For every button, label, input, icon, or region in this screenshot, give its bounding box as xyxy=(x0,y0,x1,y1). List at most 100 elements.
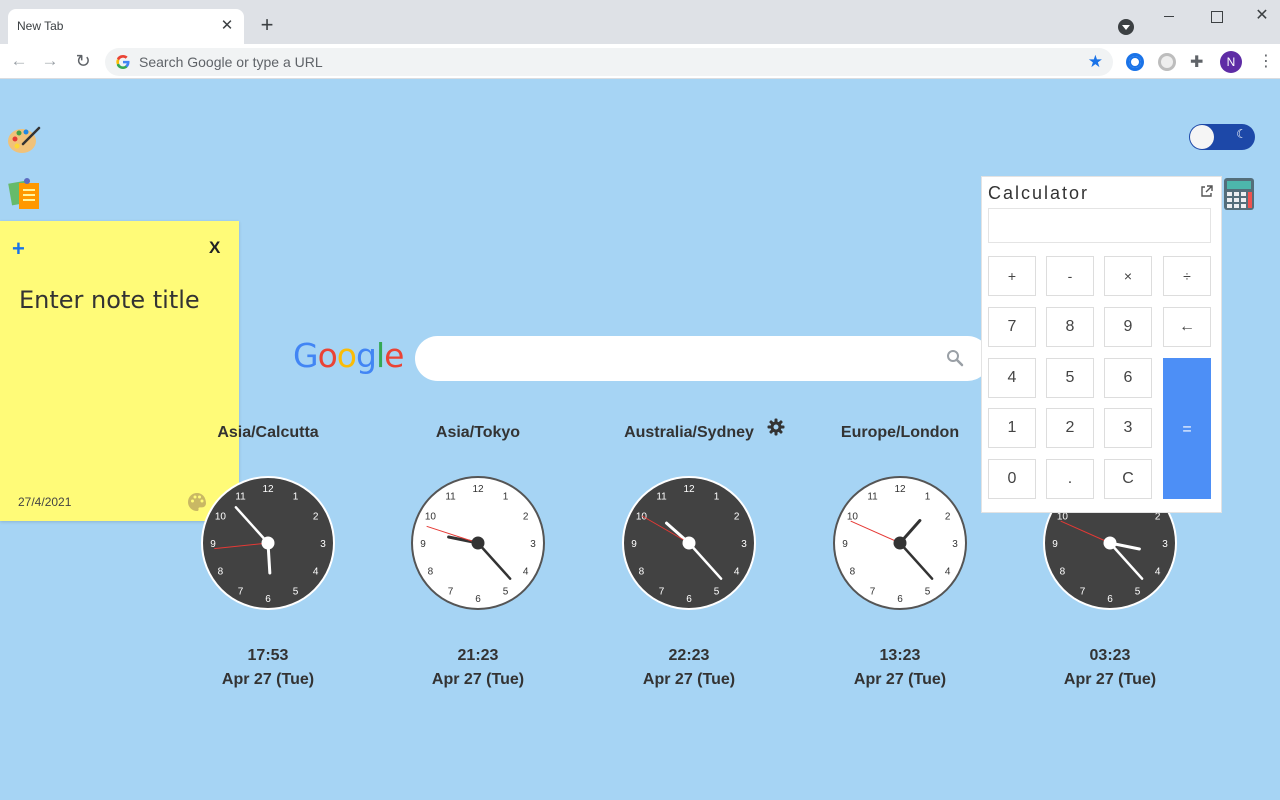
clock-numeral: 6 xyxy=(686,594,692,605)
calc-key-subtract[interactable]: - xyxy=(1046,256,1094,296)
tab-new-tab[interactable]: New Tab ✕ xyxy=(8,9,244,44)
calc-key-5[interactable]: 5 xyxy=(1046,358,1094,398)
clock-numeral: 6 xyxy=(1107,594,1113,605)
calc-key-add[interactable]: + xyxy=(988,256,1036,296)
clock-zone-label: Asia/Calcutta xyxy=(163,424,373,442)
calculator-icon[interactable] xyxy=(1223,177,1255,211)
calc-key-7[interactable]: 7 xyxy=(988,307,1036,347)
clock-numeral: 8 xyxy=(850,567,856,578)
sticky-notes-icon[interactable] xyxy=(7,177,41,211)
clock-numeral: 6 xyxy=(475,594,481,605)
clock-date: Apr 27 (Tue) xyxy=(163,671,373,689)
calc-key-backspace[interactable]: ← xyxy=(1163,307,1211,347)
clock-numeral: 2 xyxy=(523,512,529,523)
reload-icon[interactable]: ↻ xyxy=(72,50,94,72)
clock-numeral: 10 xyxy=(425,512,437,523)
clock-numeral: 7 xyxy=(238,587,244,598)
calculator-display xyxy=(988,208,1211,243)
calc-key-0[interactable]: 0 xyxy=(988,459,1036,499)
calculator-title: Calculator xyxy=(988,183,1089,204)
clock-center xyxy=(262,537,275,550)
forward-arrow-icon[interactable]: → xyxy=(39,50,61,72)
clock-numeral: 3 xyxy=(530,539,536,550)
gear-icon[interactable] xyxy=(767,418,785,436)
clock-numeral: 4 xyxy=(945,567,951,578)
calc-key-equals[interactable]: = xyxy=(1163,358,1211,499)
calc-key-4[interactable]: 4 xyxy=(988,358,1036,398)
clock-numeral: 2 xyxy=(734,512,740,523)
google-logo-letter: o xyxy=(318,336,337,375)
clock-numeral: 8 xyxy=(218,567,224,578)
google-logo-letter: g xyxy=(356,336,376,375)
address-bar[interactable]: Search Google or type a URL ★ xyxy=(105,48,1113,76)
clock-numeral: 9 xyxy=(420,539,426,550)
browser-menu-icon[interactable]: ⋮ xyxy=(1258,51,1268,73)
clock-numeral: 10 xyxy=(636,512,648,523)
add-note-button[interactable]: + xyxy=(12,236,25,262)
browser-toolbar: ← → ↻ Search Google or type a URL ★ ✚ N … xyxy=(0,44,1280,79)
clock-numeral: 10 xyxy=(1057,512,1069,523)
clock-numeral: 12 xyxy=(894,484,906,495)
minimize-button[interactable] xyxy=(1159,6,1179,26)
clock-numeral: 5 xyxy=(1135,587,1141,598)
bookmark-star-icon[interactable]: ★ xyxy=(1088,52,1103,72)
clock-numeral: 9 xyxy=(1052,539,1058,550)
clock-date: Apr 27 (Tue) xyxy=(1005,671,1215,689)
clock-numeral: 11 xyxy=(867,491,878,502)
clock-numeral: 2 xyxy=(1155,512,1161,523)
note-date: 27/4/2021 xyxy=(18,495,71,509)
open-external-icon[interactable] xyxy=(1200,185,1213,198)
maximize-button[interactable] xyxy=(1206,6,1226,26)
calc-key-clear[interactable]: C xyxy=(1104,459,1152,499)
clock-numeral: 4 xyxy=(1155,567,1161,578)
clock-numeral: 11 xyxy=(235,491,246,502)
calc-key-multiply[interactable]: × xyxy=(1104,256,1152,296)
calc-key-1[interactable]: 1 xyxy=(988,408,1036,448)
clock-numeral: 12 xyxy=(472,484,484,495)
palette-icon[interactable] xyxy=(7,122,41,156)
window-close-button[interactable]: ✕ xyxy=(1252,6,1272,26)
clock-numeral: 4 xyxy=(523,567,529,578)
calc-key-3[interactable]: 3 xyxy=(1104,408,1152,448)
google-logo-letter: e xyxy=(384,336,403,375)
tab-close-icon[interactable]: ✕ xyxy=(218,17,236,35)
clock-center xyxy=(683,537,696,550)
clock-date: Apr 27 (Tue) xyxy=(373,671,583,689)
clock-numeral: 8 xyxy=(1060,567,1066,578)
clock-numeral: 7 xyxy=(659,587,665,598)
clock-numeral: 5 xyxy=(714,587,720,598)
clock-time: 03:23 xyxy=(1005,647,1215,665)
calc-key-divide[interactable]: ÷ xyxy=(1163,256,1211,296)
calc-key-decimal[interactable]: . xyxy=(1046,459,1094,499)
clock-center xyxy=(472,537,485,550)
google-logo-letter: G xyxy=(293,336,318,375)
search-icon[interactable] xyxy=(946,349,964,367)
extensions-puzzle-icon[interactable]: ✚ xyxy=(1190,52,1203,72)
google-search-input[interactable] xyxy=(415,336,990,381)
clock-extension-grey-icon[interactable] xyxy=(1158,53,1176,71)
google-g-icon xyxy=(115,54,131,70)
clock-numeral: 7 xyxy=(1080,587,1086,598)
google-logo-letter: o xyxy=(337,336,356,375)
google-logo: Google xyxy=(293,336,403,375)
tab-search-icon[interactable] xyxy=(1118,19,1134,35)
calc-key-9[interactable]: 9 xyxy=(1104,307,1152,347)
clock-extension-icon[interactable] xyxy=(1126,53,1144,71)
calc-key-8[interactable]: 8 xyxy=(1046,307,1094,347)
calculator-panel: Calculator + - × ÷ 7 8 9 ← 4 5 6 = 1 2 3… xyxy=(981,176,1222,513)
new-tab-button[interactable]: + xyxy=(256,14,278,36)
clock-numeral: 11 xyxy=(656,491,667,502)
analog-clock-face: 123456789101112 xyxy=(200,475,336,611)
close-note-button[interactable]: X xyxy=(209,238,220,258)
back-arrow-icon[interactable]: ← xyxy=(8,50,30,72)
dark-mode-toggle[interactable]: ☾ xyxy=(1189,124,1255,150)
clock-numeral: 3 xyxy=(741,539,747,550)
calc-key-6[interactable]: 6 xyxy=(1104,358,1152,398)
clock-center xyxy=(1104,537,1117,550)
note-title-input[interactable]: Enter note title xyxy=(19,286,200,314)
calc-key-2[interactable]: 2 xyxy=(1046,408,1094,448)
profile-avatar[interactable]: N xyxy=(1220,51,1242,73)
clock-zone-label: Europe/London xyxy=(795,424,1005,442)
analog-clock-face: 123456789101112 xyxy=(410,475,546,611)
clock-numeral: 1 xyxy=(714,491,720,502)
